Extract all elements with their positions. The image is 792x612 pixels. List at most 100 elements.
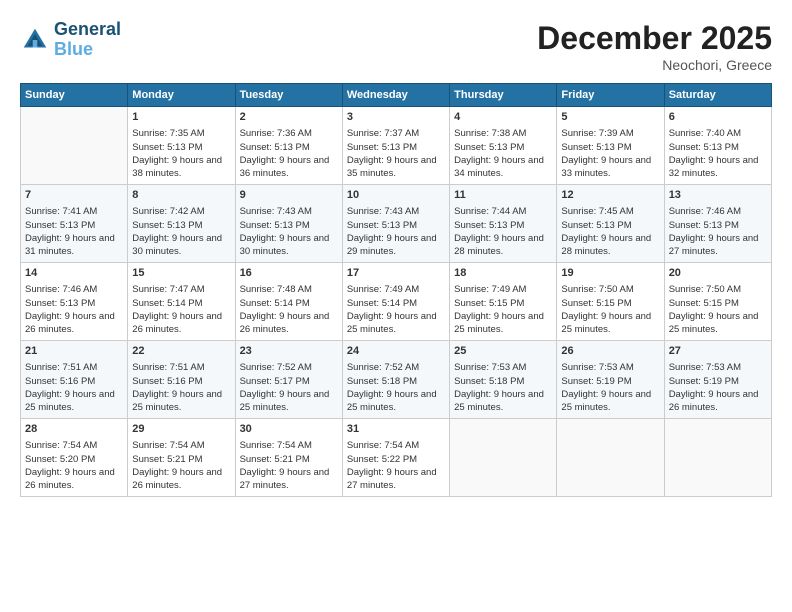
sunset-text: Sunset: 5:14 PM — [347, 298, 417, 309]
daylight-text: Daylight: 9 hours and 28 minutes. — [454, 233, 544, 257]
header-cell-thursday: Thursday — [450, 84, 557, 107]
day-number: 6 — [669, 110, 767, 125]
sunset-text: Sunset: 5:13 PM — [132, 142, 202, 153]
daylight-text: Daylight: 9 hours and 25 minutes. — [561, 311, 651, 335]
day-number: 3 — [347, 110, 445, 125]
day-cell: 3 Sunrise: 7:37 AM Sunset: 5:13 PM Dayli… — [342, 107, 449, 185]
sunset-text: Sunset: 5:22 PM — [347, 454, 417, 465]
daylight-text: Daylight: 9 hours and 30 minutes. — [240, 233, 330, 257]
sunset-text: Sunset: 5:14 PM — [132, 298, 202, 309]
sunrise-text: Sunrise: 7:42 AM — [132, 206, 204, 217]
sunset-text: Sunset: 5:15 PM — [669, 298, 739, 309]
day-cell: 28 Sunrise: 7:54 AM Sunset: 5:20 PM Dayl… — [21, 419, 128, 497]
sunrise-text: Sunrise: 7:43 AM — [347, 206, 419, 217]
day-cell: 24 Sunrise: 7:52 AM Sunset: 5:18 PM Dayl… — [342, 341, 449, 419]
week-row-3: 14 Sunrise: 7:46 AM Sunset: 5:13 PM Dayl… — [21, 263, 772, 341]
day-cell: 26 Sunrise: 7:53 AM Sunset: 5:19 PM Dayl… — [557, 341, 664, 419]
sunset-text: Sunset: 5:16 PM — [132, 376, 202, 387]
day-number: 21 — [25, 344, 123, 359]
daylight-text: Daylight: 9 hours and 36 minutes. — [240, 155, 330, 179]
sunrise-text: Sunrise: 7:45 AM — [561, 206, 633, 217]
logo: General Blue — [20, 20, 121, 60]
sunset-text: Sunset: 5:13 PM — [669, 220, 739, 231]
location: Neochori, Greece — [537, 57, 772, 73]
day-number: 2 — [240, 110, 338, 125]
day-cell — [450, 419, 557, 497]
daylight-text: Daylight: 9 hours and 27 minutes. — [669, 233, 759, 257]
sunset-text: Sunset: 5:13 PM — [347, 142, 417, 153]
month-title: December 2025 — [537, 20, 772, 57]
sunset-text: Sunset: 5:13 PM — [454, 220, 524, 231]
day-number: 18 — [454, 266, 552, 281]
sunrise-text: Sunrise: 7:38 AM — [454, 128, 526, 139]
day-cell: 7 Sunrise: 7:41 AM Sunset: 5:13 PM Dayli… — [21, 185, 128, 263]
sunrise-text: Sunrise: 7:52 AM — [347, 362, 419, 373]
day-cell: 6 Sunrise: 7:40 AM Sunset: 5:13 PM Dayli… — [664, 107, 771, 185]
sunset-text: Sunset: 5:13 PM — [132, 220, 202, 231]
sunrise-text: Sunrise: 7:53 AM — [454, 362, 526, 373]
day-cell: 18 Sunrise: 7:49 AM Sunset: 5:15 PM Dayl… — [450, 263, 557, 341]
daylight-text: Daylight: 9 hours and 25 minutes. — [240, 389, 330, 413]
sunset-text: Sunset: 5:13 PM — [240, 220, 310, 231]
daylight-text: Daylight: 9 hours and 38 minutes. — [132, 155, 222, 179]
daylight-text: Daylight: 9 hours and 25 minutes. — [347, 389, 437, 413]
sunrise-text: Sunrise: 7:52 AM — [240, 362, 312, 373]
daylight-text: Daylight: 9 hours and 35 minutes. — [347, 155, 437, 179]
day-cell — [21, 107, 128, 185]
day-cell: 21 Sunrise: 7:51 AM Sunset: 5:16 PM Dayl… — [21, 341, 128, 419]
sunrise-text: Sunrise: 7:49 AM — [347, 284, 419, 295]
daylight-text: Daylight: 9 hours and 25 minutes. — [561, 389, 651, 413]
sunrise-text: Sunrise: 7:37 AM — [347, 128, 419, 139]
day-cell: 16 Sunrise: 7:48 AM Sunset: 5:14 PM Dayl… — [235, 263, 342, 341]
sunrise-text: Sunrise: 7:54 AM — [132, 440, 204, 451]
day-cell: 14 Sunrise: 7:46 AM Sunset: 5:13 PM Dayl… — [21, 263, 128, 341]
sunset-text: Sunset: 5:18 PM — [454, 376, 524, 387]
day-number: 19 — [561, 266, 659, 281]
header-cell-saturday: Saturday — [664, 84, 771, 107]
day-number: 20 — [669, 266, 767, 281]
day-cell: 10 Sunrise: 7:43 AM Sunset: 5:13 PM Dayl… — [342, 185, 449, 263]
day-cell: 23 Sunrise: 7:52 AM Sunset: 5:17 PM Dayl… — [235, 341, 342, 419]
day-number: 12 — [561, 188, 659, 203]
daylight-text: Daylight: 9 hours and 26 minutes. — [25, 311, 115, 335]
day-cell: 19 Sunrise: 7:50 AM Sunset: 5:15 PM Dayl… — [557, 263, 664, 341]
daylight-text: Daylight: 9 hours and 27 minutes. — [347, 467, 437, 491]
day-cell: 5 Sunrise: 7:39 AM Sunset: 5:13 PM Dayli… — [557, 107, 664, 185]
sunrise-text: Sunrise: 7:54 AM — [25, 440, 97, 451]
sunrise-text: Sunrise: 7:54 AM — [347, 440, 419, 451]
day-number: 17 — [347, 266, 445, 281]
daylight-text: Daylight: 9 hours and 32 minutes. — [669, 155, 759, 179]
daylight-text: Daylight: 9 hours and 28 minutes. — [561, 233, 651, 257]
sunrise-text: Sunrise: 7:46 AM — [669, 206, 741, 217]
daylight-text: Daylight: 9 hours and 26 minutes. — [132, 311, 222, 335]
header-cell-sunday: Sunday — [21, 84, 128, 107]
daylight-text: Daylight: 9 hours and 33 minutes. — [561, 155, 651, 179]
sunrise-text: Sunrise: 7:50 AM — [669, 284, 741, 295]
sunset-text: Sunset: 5:14 PM — [240, 298, 310, 309]
sunrise-text: Sunrise: 7:44 AM — [454, 206, 526, 217]
sunrise-text: Sunrise: 7:51 AM — [132, 362, 204, 373]
sunset-text: Sunset: 5:17 PM — [240, 376, 310, 387]
daylight-text: Daylight: 9 hours and 25 minutes. — [25, 389, 115, 413]
day-number: 24 — [347, 344, 445, 359]
sunset-text: Sunset: 5:13 PM — [454, 142, 524, 153]
header-row: SundayMondayTuesdayWednesdayThursdayFrid… — [21, 84, 772, 107]
logo-icon — [20, 25, 50, 55]
week-row-4: 21 Sunrise: 7:51 AM Sunset: 5:16 PM Dayl… — [21, 341, 772, 419]
daylight-text: Daylight: 9 hours and 34 minutes. — [454, 155, 544, 179]
sunrise-text: Sunrise: 7:49 AM — [454, 284, 526, 295]
sunset-text: Sunset: 5:13 PM — [25, 220, 95, 231]
daylight-text: Daylight: 9 hours and 25 minutes. — [454, 389, 544, 413]
day-cell: 9 Sunrise: 7:43 AM Sunset: 5:13 PM Dayli… — [235, 185, 342, 263]
sunrise-text: Sunrise: 7:43 AM — [240, 206, 312, 217]
day-number: 8 — [132, 188, 230, 203]
day-cell: 25 Sunrise: 7:53 AM Sunset: 5:18 PM Dayl… — [450, 341, 557, 419]
sunrise-text: Sunrise: 7:35 AM — [132, 128, 204, 139]
day-cell — [664, 419, 771, 497]
week-row-5: 28 Sunrise: 7:54 AM Sunset: 5:20 PM Dayl… — [21, 419, 772, 497]
day-cell: 15 Sunrise: 7:47 AM Sunset: 5:14 PM Dayl… — [128, 263, 235, 341]
sunrise-text: Sunrise: 7:36 AM — [240, 128, 312, 139]
daylight-text: Daylight: 9 hours and 25 minutes. — [347, 311, 437, 335]
day-number: 30 — [240, 422, 338, 437]
logo-line2: Blue — [54, 40, 121, 60]
